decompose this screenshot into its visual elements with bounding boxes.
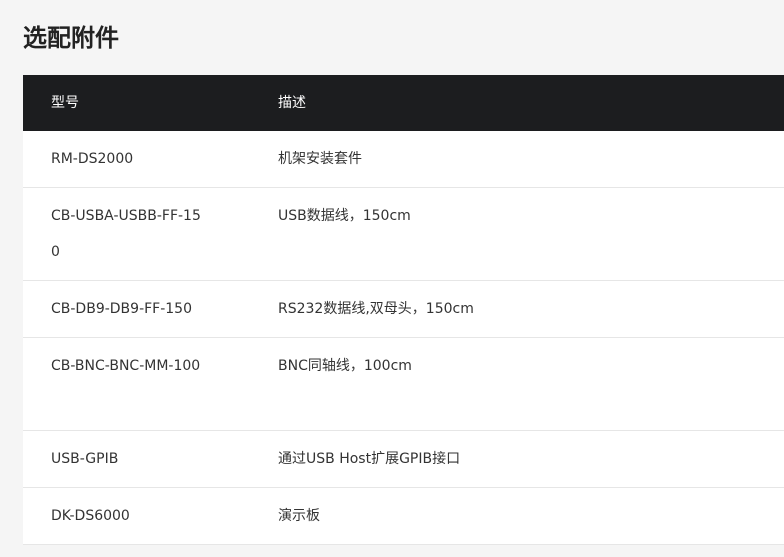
description-cell: 机架安装套件	[278, 151, 362, 167]
description-cell: BNC同轴线，100cm	[278, 358, 412, 374]
accessories-table: 型号 描述 RM-DS2000 机架安装套件 CB-USBA-USBB-FF-1…	[23, 75, 784, 545]
description-cell: RS232数据线,双母头，150cm	[278, 301, 474, 317]
table-row: DK-DS6000 演示板	[23, 488, 784, 545]
table-row: USB-GPIB 通过USB Host扩展GPIB接口	[23, 431, 784, 488]
section-title: 选配附件	[23, 24, 119, 52]
description-cell: 演示板	[278, 508, 320, 524]
table-row: RM-DS2000 机架安装套件	[23, 131, 784, 188]
model-cell: CB-BNC-BNC-MM-100	[51, 358, 201, 374]
table-header: 型号 描述	[23, 75, 784, 131]
table-row: CB-DB9-DB9-FF-150 RS232数据线,双母头，150cm	[23, 281, 784, 338]
description-cell: USB数据线，150cm	[278, 208, 411, 224]
model-cell: CB-DB9-DB9-FF-150	[51, 301, 192, 317]
model-cell: USB-GPIB	[51, 451, 119, 467]
table-row: CB-BNC-BNC-MM-100 BNC同轴线，100cm	[23, 338, 784, 431]
header-model: 型号	[51, 95, 79, 111]
description-cell: 通过USB Host扩展GPIB接口	[278, 451, 461, 467]
table-row: CB-USBA-USBB-FF-150 USB数据线，150cm	[23, 188, 784, 281]
model-cell: RM-DS2000	[51, 151, 134, 167]
page: 选配附件 型号 描述 RM-DS2000 机架安装套件 CB-USBA-USBB…	[0, 0, 784, 557]
model-cell: CB-USBA-USBB-FF-150	[51, 208, 201, 260]
model-cell: DK-DS6000	[51, 508, 130, 524]
header-description: 描述	[278, 95, 306, 111]
